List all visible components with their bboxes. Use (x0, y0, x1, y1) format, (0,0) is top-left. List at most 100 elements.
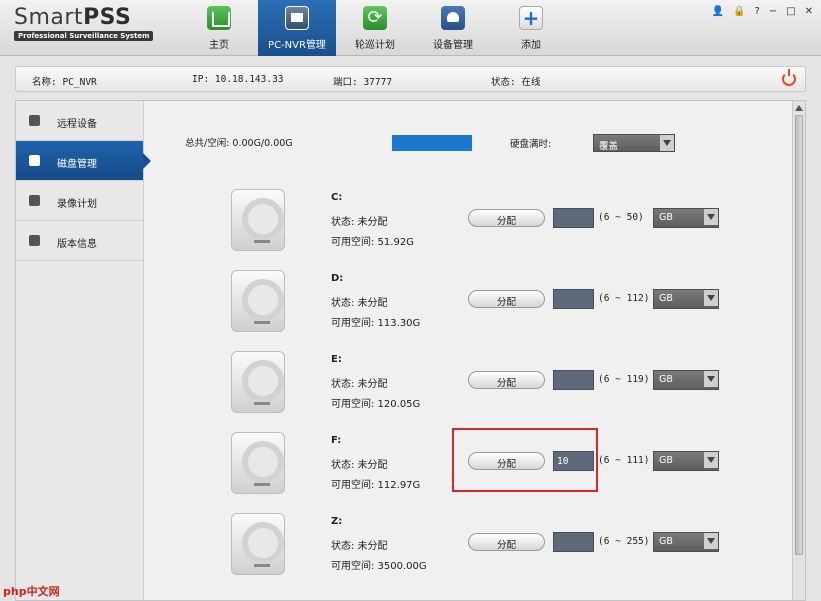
sidebar-item-disk-management[interactable]: 磁盘管理 (16, 141, 151, 181)
power-icon[interactable] (782, 69, 796, 86)
sidebar-item-version-info[interactable]: 版本信息 (16, 221, 143, 261)
nav-label: 轮巡计划 (355, 40, 395, 51)
disk-row: E: 状态: 未分配 可用空间: 120.05G 分配 (6 ~ 119) GB (145, 343, 785, 424)
size-range: (6 ~ 119) (598, 374, 650, 385)
disk-full-label: 硬盘满时: (510, 139, 552, 150)
chevron-down-icon (704, 209, 718, 225)
total-free-summary: 总共/空闲: 0.00G/0.00G (185, 138, 293, 149)
minimize-icon[interactable]: − (769, 6, 777, 17)
disk-name: C: (331, 192, 343, 203)
disk-free-space: 可用空间: 51.92G (331, 237, 414, 248)
unit-select[interactable]: GB (653, 370, 719, 390)
nav-label: 主页 (209, 40, 229, 51)
disk-row: Z: 状态: 未分配 可用空间: 3500.00G 分配 (6 ~ 255) G… (145, 505, 785, 586)
disk-status: 状态: 未分配 (331, 379, 388, 390)
watermark: php中文网 (3, 585, 60, 598)
top-bar: SmartPSS Professional Surveillance Syste… (0, 0, 821, 56)
unit-select[interactable]: GB (653, 451, 719, 471)
size-input[interactable] (553, 370, 594, 390)
sidebar: 远程设备 磁盘管理 录像计划 版本信息 (16, 101, 151, 600)
info-list-icon (29, 235, 40, 246)
sidebar-item-label: 远程设备 (57, 119, 97, 130)
sidebar-item-label: 版本信息 (57, 239, 97, 250)
unit-value: GB (659, 455, 673, 466)
sidebar-item-label: 录像计划 (57, 199, 97, 210)
allocate-button[interactable]: 分配 (468, 209, 545, 227)
hard-disk-icon (231, 432, 285, 494)
size-input[interactable] (553, 289, 594, 309)
sidebar-item-remote-device[interactable]: 远程设备 (16, 101, 143, 141)
unit-value: GB (659, 212, 673, 223)
device-name: 名称: PC_NVR (32, 77, 97, 88)
device-info-bar: 名称: PC_NVR IP: 10.18.143.33 端口: 37777 状态… (15, 66, 806, 92)
allocate-button[interactable]: 分配 (468, 533, 545, 551)
device-port: 端口: 37777 (333, 77, 393, 88)
sidebar-item-record-plan[interactable]: 录像计划 (16, 181, 143, 221)
nvr-icon (285, 6, 309, 30)
capacity-bar (392, 135, 472, 151)
disk-row: C: 状态: 未分配 可用空间: 51.92G 分配 (6 ~ 50) GB (145, 181, 785, 262)
disk-name: Z: (331, 516, 343, 527)
nav-label: PC-NVR管理 (268, 40, 326, 51)
hard-disk-icon (231, 270, 285, 332)
device-ip: IP: 10.18.143.33 (192, 74, 284, 85)
chevron-down-icon (704, 290, 718, 306)
chevron-down-icon (704, 533, 718, 549)
add-icon (519, 6, 543, 30)
disk-free-space: 可用空间: 120.05G (331, 399, 421, 410)
nav-home[interactable]: 主页 (180, 0, 258, 56)
disk-status: 状态: 未分配 (331, 541, 388, 552)
hard-disk-icon (231, 189, 285, 251)
disk-free-space: 可用空间: 113.30G (331, 318, 421, 329)
disk-full-select[interactable]: 覆盖 (593, 134, 675, 152)
unit-select[interactable]: GB (653, 208, 719, 228)
nav-tour-plan[interactable]: 轮巡计划 (336, 0, 414, 56)
disk-status: 状态: 未分配 (331, 460, 388, 471)
size-range: (6 ~ 112) (598, 293, 650, 304)
sidebar-item-label: 磁盘管理 (57, 159, 97, 170)
disk-name: E: (331, 354, 342, 365)
user-icon[interactable]: 👤 (712, 6, 724, 17)
allocate-button[interactable]: 分配 (468, 290, 545, 308)
main-nav: 主页 PC-NVR管理 轮巡计划 设备管理 添加 (180, 0, 570, 56)
vertical-scrollbar[interactable] (792, 101, 805, 600)
chevron-down-icon (704, 452, 718, 468)
size-range: (6 ~ 50) (598, 212, 644, 223)
close-icon[interactable]: ✕ (805, 6, 813, 17)
scroll-up-icon[interactable] (795, 105, 803, 111)
device-icon (441, 6, 465, 30)
unit-select[interactable]: GB (653, 289, 719, 309)
disk-status: 状态: 未分配 (331, 298, 388, 309)
main-panel: 远程设备 磁盘管理 录像计划 版本信息 总共/空闲: 0.00G/0.00G 硬… (15, 100, 806, 601)
allocate-button[interactable]: 分配 (468, 371, 545, 389)
size-range: (6 ~ 111) (598, 455, 650, 466)
disk-row: D: 状态: 未分配 可用空间: 113.30G 分配 (6 ~ 112) GB (145, 262, 785, 343)
app-logo: SmartPSS Professional Surveillance Syste… (14, 5, 156, 41)
lock-icon[interactable]: 🔒 (733, 6, 745, 17)
nav-device-manage[interactable]: 设备管理 (414, 0, 492, 56)
device-status: 状态: 在线 (491, 77, 541, 88)
disk-free-space: 可用空间: 3500.00G (331, 561, 427, 572)
unit-value: GB (659, 374, 673, 385)
hard-disk-icon (231, 513, 285, 575)
unit-select[interactable]: GB (653, 532, 719, 552)
nav-label: 添加 (521, 40, 541, 51)
logo-title: SmartPSS (14, 5, 132, 30)
maximize-icon[interactable]: □ (786, 6, 795, 17)
size-input[interactable] (553, 532, 594, 552)
disk-icon (29, 155, 40, 166)
chevron-down-icon (704, 371, 718, 387)
nav-pc-nvr[interactable]: PC-NVR管理 (258, 0, 336, 56)
size-range: (6 ~ 255) (598, 536, 650, 547)
size-input[interactable] (553, 208, 594, 228)
disk-free-space: 可用空间: 112.97G (331, 480, 421, 491)
hard-disk-icon (231, 351, 285, 413)
scroll-thumb[interactable] (795, 115, 803, 555)
home-icon (207, 6, 231, 30)
highlight-box (452, 428, 598, 492)
chevron-down-icon (660, 135, 674, 151)
disk-content: 总共/空闲: 0.00G/0.00G 硬盘满时: 覆盖 C: 状态: 未分配 可… (145, 101, 793, 600)
nav-label: 设备管理 (433, 40, 473, 51)
nav-add[interactable]: 添加 (492, 0, 570, 56)
help-icon[interactable]: ? (754, 6, 759, 17)
